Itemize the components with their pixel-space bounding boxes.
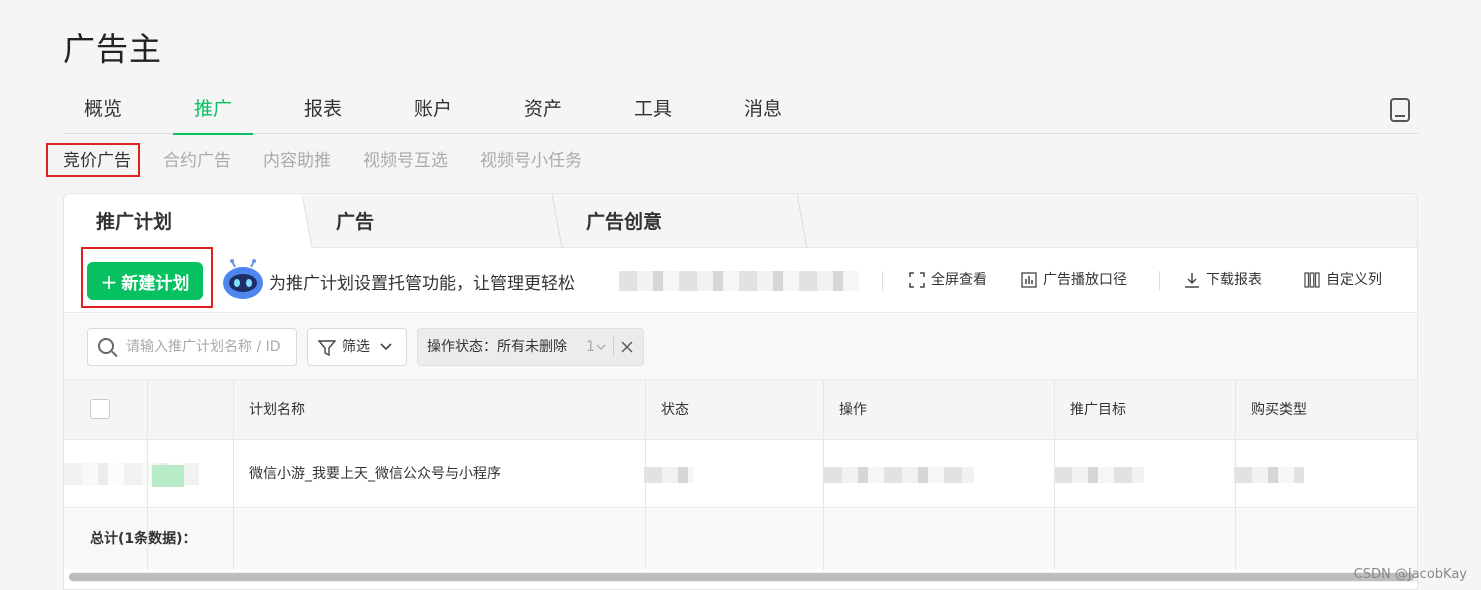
search-icon	[98, 338, 114, 354]
campaign-panel: 推广计划 广告 广告创意 + 新建计划 为推广计划设置托管功能，让管理更轻松 全屏…	[63, 193, 1418, 590]
fullscreen-button[interactable]: 全屏查看	[909, 267, 987, 293]
plus-icon: +	[100, 269, 118, 294]
ad-playback-metric-button[interactable]: 广告播放口径	[1021, 267, 1127, 293]
column-divider	[645, 380, 646, 570]
sub-nav-channels-mutual[interactable]: 视频号互选	[363, 146, 448, 176]
table-header: 计划名称 状态 操作 推广目标 购买类型	[64, 380, 1417, 440]
sub-nav-channels-tasks[interactable]: 视频号小任务	[480, 146, 582, 176]
table-total: 总计(1条数据)：	[90, 531, 197, 547]
toolbar-divider	[882, 271, 883, 291]
close-icon[interactable]	[621, 341, 633, 353]
search-input[interactable]	[126, 329, 291, 365]
horizontal-scrollbar[interactable]	[69, 572, 1417, 582]
filter-label: 筛选	[342, 339, 370, 355]
columns-icon	[1304, 272, 1320, 288]
plan-name-cell[interactable]: 微信小游_我要上天_微信公众号与小程序	[249, 441, 501, 508]
panel-tab-ads[interactable]: 广告	[304, 194, 554, 248]
managed-hint-text: 为推广计划设置托管功能，让管理更轻松	[269, 274, 575, 294]
fullscreen-icon	[909, 272, 925, 288]
sub-nav-content-boost[interactable]: 内容助推	[263, 146, 331, 176]
column-header-status[interactable]: 状态	[661, 380, 689, 440]
panel-tabbar: 推广计划 广告 广告创意	[64, 194, 1417, 248]
table-row[interactable]: 微信小游_我要上天_微信公众号与小程序	[64, 441, 1417, 508]
download-report-label: 下载报表	[1206, 272, 1262, 288]
tab-promotion[interactable]: 推广	[173, 86, 253, 135]
redacted-area	[824, 467, 974, 483]
column-divider	[1054, 380, 1055, 570]
mobile-device-icon[interactable]	[1390, 98, 1410, 122]
column-divider	[147, 380, 148, 570]
robot-assistant-icon[interactable]	[222, 259, 264, 301]
redacted-area	[644, 467, 694, 483]
campaign-toolbar: + 新建计划 为推广计划设置托管功能，让管理更轻松 全屏查看 广告播放口径 下载报…	[64, 249, 1417, 313]
sub-nav-bidding-ads[interactable]: 竞价广告	[63, 146, 131, 176]
select-all-checkbox[interactable]	[90, 399, 110, 419]
tag-divider	[613, 337, 614, 357]
redacted-area	[1234, 467, 1304, 483]
chevron-down-icon	[596, 344, 606, 350]
page-title: 广告主	[63, 30, 163, 68]
column-header-goal[interactable]: 推广目标	[1070, 380, 1126, 440]
funnel-icon	[318, 340, 336, 357]
filter-bar: 筛选 操作状态：所有未删除 1	[64, 314, 1417, 380]
redacted-area	[1054, 467, 1144, 483]
tab-assets[interactable]: 资产	[503, 86, 583, 134]
watermark: CSDN @JacobKay	[1353, 567, 1467, 582]
tab-overview[interactable]: 概览	[63, 86, 143, 134]
scrollbar-thumb[interactable]	[69, 573, 1414, 581]
tab-separator-icon	[797, 194, 808, 248]
table-footer: 总计(1条数据)：	[64, 509, 1417, 569]
custom-columns-button[interactable]: 自定义列	[1304, 267, 1382, 293]
bar-chart-icon	[1021, 272, 1037, 288]
panel-tab-campaigns[interactable]: 推广计划	[64, 194, 304, 248]
status-filter-label: 操作状态：所有未删除	[427, 339, 567, 355]
download-report-button[interactable]: 下载报表	[1184, 267, 1262, 293]
column-header-purchase-type[interactable]: 购买类型	[1251, 380, 1307, 440]
tab-reports[interactable]: 报表	[283, 86, 363, 134]
download-icon	[1185, 273, 1199, 288]
redacted-area	[152, 465, 184, 487]
toolbar-divider	[1159, 271, 1160, 291]
status-filter-count: 1	[586, 339, 595, 355]
sub-nav-contract-ads[interactable]: 合约广告	[163, 146, 231, 176]
search-box	[87, 328, 297, 366]
column-divider	[823, 380, 824, 570]
redacted-area	[619, 271, 859, 291]
chevron-down-icon	[380, 343, 392, 351]
new-campaign-button[interactable]: + 新建计划	[87, 262, 203, 300]
column-divider	[1235, 380, 1236, 570]
status-filter-tag[interactable]: 操作状态：所有未删除 1	[417, 328, 644, 366]
tab-messages[interactable]: 消息	[723, 86, 803, 134]
panel-tab-creatives[interactable]: 广告创意	[554, 194, 804, 248]
main-nav: 概览 推广 报表 账户 资产 工具 消息	[63, 86, 1418, 135]
ad-playback-metric-label: 广告播放口径	[1043, 272, 1127, 288]
tab-tools[interactable]: 工具	[613, 86, 693, 134]
fullscreen-label: 全屏查看	[931, 272, 987, 288]
new-campaign-label: 新建计划	[121, 273, 190, 294]
column-header-actions[interactable]: 操作	[839, 380, 867, 440]
tab-account[interactable]: 账户	[393, 86, 473, 134]
custom-columns-label: 自定义列	[1326, 272, 1382, 288]
column-divider	[233, 380, 234, 570]
filter-button[interactable]: 筛选	[307, 328, 407, 366]
column-header-plan-name[interactable]: 计划名称	[249, 380, 305, 440]
